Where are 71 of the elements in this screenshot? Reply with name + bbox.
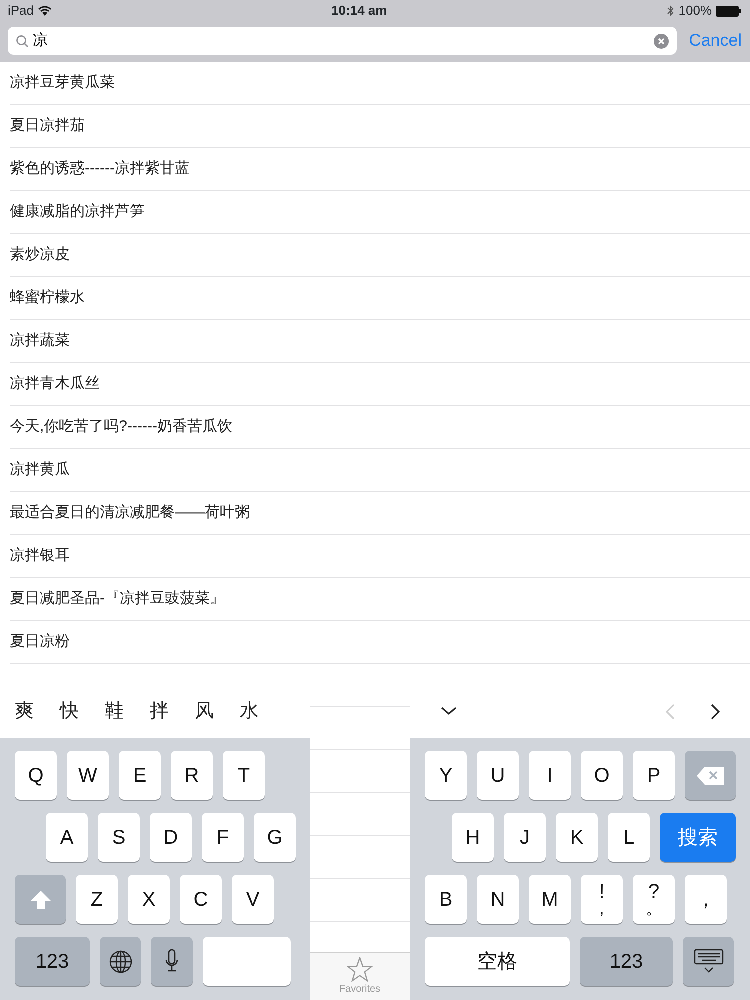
result-item[interactable]: 最适合夏日的清凉减肥餐——荷叶粥 [10, 502, 250, 524]
key[interactable]: T [223, 751, 265, 800]
result-item[interactable]: 凉拌黄瓜 [10, 458, 70, 482]
key[interactable]: C [180, 875, 222, 924]
result-item[interactable]: 夏日减肥圣品-『凉拌豆豉菠菜』 [10, 588, 225, 610]
candidate-character[interactable]: 风 [195, 698, 214, 726]
key[interactable]: K [556, 813, 598, 862]
result-item[interactable]: 凉拌青木瓜丝 [10, 372, 100, 396]
numbers-key[interactable]: 123 [15, 937, 90, 986]
battery-icon [716, 6, 742, 16]
key[interactable]: G [254, 813, 296, 862]
key[interactable]: ? 。 [633, 875, 675, 924]
result-item[interactable]: 紫色的诱惑------凉拌紫甘蓝 [10, 158, 190, 180]
search-key[interactable]: 搜索 [660, 813, 736, 862]
key[interactable]: ， [685, 875, 727, 924]
star-icon [347, 956, 373, 982]
key[interactable]: Z [76, 875, 118, 924]
key[interactable]: W [67, 751, 109, 800]
clear-icon[interactable] [654, 34, 670, 48]
candidate-character[interactable]: 水 [240, 698, 259, 726]
key[interactable]: J [504, 813, 546, 862]
result-item[interactable]: 健康减脂的凉拌芦笋 [10, 200, 145, 224]
key[interactable]: S [98, 813, 140, 862]
result-item[interactable]: 夏日凉拌茄 [10, 114, 85, 138]
result-item[interactable]: 夏日凉粉 [10, 630, 70, 654]
clock-time: 10:14 am [332, 2, 388, 20]
key[interactable]: R [171, 751, 213, 800]
key[interactable]: P [633, 751, 675, 800]
result-item[interactable]: 凉拌豆芽黄瓜菜 [10, 72, 115, 94]
candidate-character[interactable]: 爽 [15, 698, 34, 726]
backspace-icon [696, 766, 726, 786]
candidate-character[interactable]: 快 [60, 698, 79, 726]
key[interactable]: V [232, 875, 274, 924]
numbers-key[interactable]: 123 [580, 937, 673, 986]
key[interactable]: D [150, 813, 192, 862]
shift-arrow-icon [30, 890, 52, 910]
key[interactable]: L [608, 813, 650, 862]
search-icon [16, 34, 29, 48]
key[interactable]: Y [425, 751, 467, 800]
microphone-icon [165, 948, 179, 974]
candidate-character[interactable]: 鞋 [105, 698, 124, 726]
key[interactable]: ! , [581, 875, 623, 924]
key[interactable]: E [119, 751, 161, 800]
key[interactable]: X [128, 875, 170, 924]
key[interactable]: Q [15, 751, 57, 800]
microphone-key[interactable] [151, 937, 193, 986]
device-name: iPad [8, 2, 34, 20]
bluetooth-icon [666, 5, 675, 17]
candidate-character[interactable]: 拌 [150, 698, 169, 726]
globe-icon [108, 950, 132, 974]
key[interactable]: U [477, 751, 519, 800]
battery-percentage: 100% [678, 2, 712, 20]
wifi-icon [38, 6, 52, 16]
result-item[interactable]: 凉拌蔬菜 [10, 330, 70, 352]
search-bar[interactable]: 凉 [8, 27, 678, 55]
result-item[interactable]: 今天,你吃苦了吗?------奶香苦瓜饮 [10, 416, 232, 438]
key[interactable]: M [529, 875, 571, 924]
key[interactable]: H [452, 813, 494, 862]
result-item[interactable]: 蜂蜜柠檬水 [10, 286, 85, 310]
keyboard-icon [694, 948, 724, 974]
globe-key[interactable] [100, 937, 141, 986]
key[interactable]: N [477, 875, 519, 924]
result-item[interactable]: 凉拌银耳 [10, 544, 70, 568]
key[interactable]: F [202, 813, 244, 862]
key[interactable]: O [581, 751, 623, 800]
hide-keyboard-key[interactable] [683, 937, 734, 986]
key[interactable]: A [46, 813, 88, 862]
key[interactable]: I [529, 751, 571, 800]
result-item[interactable]: 素炒凉皮 [10, 244, 70, 266]
key[interactable]: B [425, 875, 467, 924]
space-key[interactable]: 空格 [425, 937, 570, 986]
